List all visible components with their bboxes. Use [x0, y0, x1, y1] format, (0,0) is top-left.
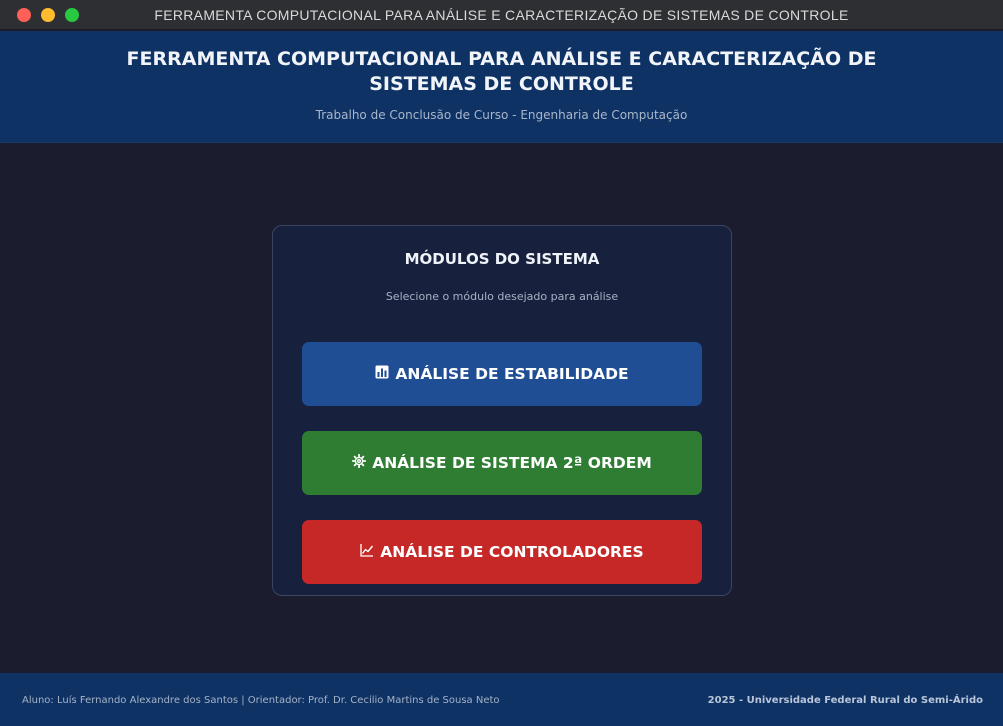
window-titlebar: FERRAMENTA COMPUTACIONAL PARA ANÁLISE E …	[0, 0, 1003, 30]
app-title: FERRAMENTA COMPUTACIONAL PARA ANÁLISE E …	[126, 48, 877, 95]
controller-analysis-button[interactable]: ANÁLISE DE CONTROLADORES	[302, 520, 702, 584]
bar-chart-icon	[375, 365, 389, 383]
footer-credits: Aluno: Luís Fernando Alexandre dos Santo…	[22, 695, 500, 706]
app-footer: Aluno: Luís Fernando Alexandre dos Santo…	[0, 673, 1003, 726]
footer-institution: 2025 - Universidade Federal Rural do Sem…	[707, 695, 983, 706]
modules-title: MÓDULOS DO SISTEMA	[404, 250, 600, 268]
controller-analysis-label: ANÁLISE DE CONTROLADORES	[380, 543, 644, 561]
window-title: FERRAMENTA COMPUTACIONAL PARA ANÁLISE E …	[154, 7, 849, 23]
gear-icon	[352, 454, 367, 472]
second-order-analysis-button[interactable]: ANÁLISE DE SISTEMA 2ª ORDEM	[302, 431, 702, 495]
stability-analysis-button[interactable]: ANÁLISE DE ESTABILIDADE	[302, 342, 702, 406]
app-subtitle: Trabalho de Conclusão de Curso - Engenha…	[315, 108, 688, 122]
second-order-analysis-label: ANÁLISE DE SISTEMA 2ª ORDEM	[372, 454, 652, 472]
line-chart-icon	[360, 543, 374, 561]
modules-panel: MÓDULOS DO SISTEMA Selecione o módulo de…	[272, 225, 732, 596]
app-header: FERRAMENTA COMPUTACIONAL PARA ANÁLISE E …	[0, 31, 1003, 143]
modules-subtitle: Selecione o módulo desejado para análise	[385, 290, 619, 303]
stability-analysis-label: ANÁLISE DE ESTABILIDADE	[395, 365, 629, 383]
